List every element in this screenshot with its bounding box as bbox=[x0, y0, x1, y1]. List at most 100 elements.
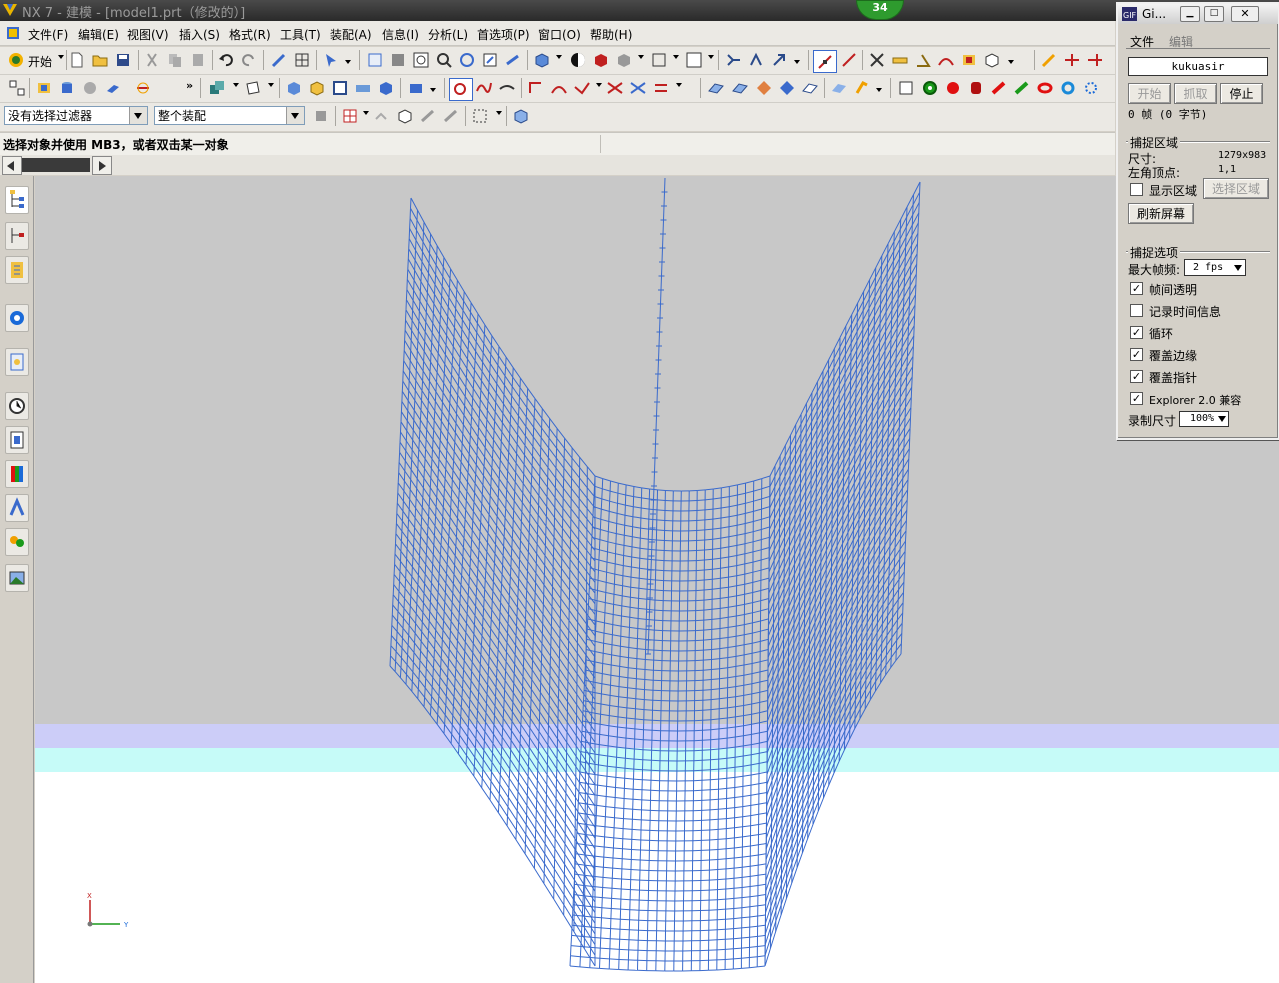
resource-process-studio[interactable] bbox=[5, 460, 29, 488]
component-select-icon[interactable] bbox=[512, 107, 530, 125]
menu-edit[interactable]: 编辑(E) bbox=[78, 26, 119, 43]
menu-preferences[interactable]: 首选项(P) bbox=[477, 26, 530, 43]
resource-roles[interactable] bbox=[5, 494, 29, 522]
resource-system-materials[interactable] bbox=[5, 426, 29, 454]
menu-help[interactable]: 帮助(H) bbox=[590, 26, 632, 43]
point-icon[interactable] bbox=[897, 79, 915, 97]
dropdown-icon[interactable] bbox=[596, 83, 602, 87]
dropdown-icon[interactable] bbox=[794, 60, 800, 64]
cut-icon[interactable] bbox=[143, 51, 161, 69]
perspective-icon[interactable] bbox=[504, 51, 522, 69]
datum-plane-icon[interactable] bbox=[244, 79, 262, 97]
measure-length-icon[interactable] bbox=[891, 51, 909, 69]
hidden-edges-icon[interactable] bbox=[615, 51, 633, 69]
extend-icon[interactable] bbox=[1086, 51, 1104, 69]
dropdown-icon[interactable] bbox=[708, 55, 714, 59]
assembly-scope-select[interactable]: 整个装配 bbox=[154, 106, 305, 125]
selection-filter-select[interactable]: 没有选择过滤器 bbox=[4, 106, 148, 125]
toolbar-overflow-icon[interactable]: » bbox=[186, 79, 193, 92]
layout-icon[interactable] bbox=[293, 51, 311, 69]
join-curve-icon[interactable] bbox=[573, 79, 591, 97]
swept-icon[interactable] bbox=[778, 79, 796, 97]
part-navigator-icon[interactable] bbox=[8, 79, 26, 97]
studio-surface-icon[interactable] bbox=[755, 79, 773, 97]
resource-part-navigator[interactable] bbox=[5, 256, 29, 284]
dropdown-icon[interactable] bbox=[676, 83, 682, 87]
menu-analysis[interactable]: 分析(L) bbox=[428, 26, 468, 43]
view-orient-icon[interactable] bbox=[650, 51, 668, 69]
resource-image-library[interactable] bbox=[5, 564, 29, 592]
wcs-origin-icon[interactable] bbox=[747, 51, 765, 69]
pattern-icon[interactable] bbox=[377, 79, 395, 97]
dropdown-icon[interactable] bbox=[345, 60, 351, 64]
sketch-icon[interactable] bbox=[270, 51, 288, 69]
color-brush-icon[interactable] bbox=[990, 79, 1008, 97]
menu-format[interactable]: 格式(R) bbox=[229, 26, 271, 43]
select-feature-icon[interactable] bbox=[312, 107, 330, 125]
upstream-icon[interactable] bbox=[372, 107, 390, 125]
project-curve-icon[interactable] bbox=[606, 79, 624, 97]
color-gear-icon[interactable] bbox=[1082, 79, 1100, 97]
color-darkred-icon[interactable] bbox=[967, 79, 985, 97]
curvature-icon[interactable] bbox=[937, 51, 955, 69]
rectangle-select-icon[interactable] bbox=[471, 107, 489, 125]
dropdown-icon[interactable] bbox=[1008, 60, 1014, 64]
rotate-icon[interactable] bbox=[458, 51, 476, 69]
dropdown-icon[interactable] bbox=[363, 111, 369, 115]
resource-system-scenes[interactable] bbox=[5, 528, 29, 556]
background-icon[interactable] bbox=[685, 51, 703, 69]
curve-icon[interactable] bbox=[498, 79, 516, 97]
section-icon[interactable] bbox=[960, 51, 978, 69]
revolve-icon[interactable] bbox=[134, 79, 152, 97]
sphere-icon[interactable] bbox=[81, 79, 99, 97]
pencil-icon[interactable] bbox=[1040, 51, 1058, 69]
sew-icon[interactable] bbox=[853, 79, 871, 97]
scroll-right-button[interactable] bbox=[92, 156, 112, 175]
bridge-curve-icon[interactable] bbox=[550, 79, 568, 97]
dropdown-icon[interactable] bbox=[268, 83, 274, 87]
edge-select-icon[interactable] bbox=[442, 107, 460, 125]
notification-badge[interactable]: 34 bbox=[856, 0, 904, 20]
redo-icon[interactable] bbox=[240, 51, 258, 69]
edge-style-icon[interactable] bbox=[592, 51, 610, 69]
spline-icon[interactable] bbox=[475, 79, 493, 97]
trim-sheet-icon[interactable] bbox=[830, 79, 848, 97]
render-style-icon[interactable] bbox=[569, 51, 587, 69]
face-select-icon[interactable] bbox=[419, 107, 437, 125]
color-red-icon[interactable] bbox=[944, 79, 962, 97]
mirror-icon[interactable] bbox=[407, 79, 425, 97]
scroll-left-button[interactable] bbox=[2, 156, 22, 175]
undo-icon[interactable] bbox=[217, 51, 235, 69]
dropdown-icon[interactable] bbox=[430, 88, 436, 92]
scroll-thumb[interactable] bbox=[22, 158, 90, 172]
dropdown-icon[interactable] bbox=[638, 55, 644, 59]
measure-angle-icon[interactable] bbox=[914, 51, 932, 69]
intersect-curve-icon[interactable] bbox=[629, 79, 647, 97]
block-icon[interactable] bbox=[35, 79, 53, 97]
sketch-toggle[interactable] bbox=[449, 78, 473, 101]
new-file-icon[interactable] bbox=[68, 51, 86, 69]
mass-props-icon[interactable] bbox=[983, 51, 1001, 69]
dropdown-icon[interactable] bbox=[876, 88, 882, 92]
resource-constraint-navigator[interactable] bbox=[5, 222, 29, 250]
cylinder-icon[interactable] bbox=[58, 79, 76, 97]
shell-icon[interactable] bbox=[331, 79, 349, 97]
menu-window[interactable]: 窗口(O) bbox=[538, 26, 581, 43]
resource-help[interactable] bbox=[5, 348, 29, 376]
pan-icon[interactable] bbox=[481, 51, 499, 69]
zoom-icon[interactable] bbox=[435, 51, 453, 69]
shaded-view-icon[interactable] bbox=[533, 51, 551, 69]
dropdown-icon[interactable] bbox=[673, 55, 679, 59]
chamfer-icon[interactable] bbox=[308, 79, 326, 97]
offset-curve-icon[interactable] bbox=[527, 79, 545, 97]
zoom-window-icon[interactable] bbox=[412, 51, 430, 69]
save-icon[interactable] bbox=[114, 51, 132, 69]
snap-select-icon[interactable] bbox=[341, 107, 359, 125]
start-button[interactable]: 开始 bbox=[28, 53, 52, 70]
inference-icon[interactable] bbox=[840, 51, 858, 69]
resource-history[interactable] bbox=[5, 392, 29, 420]
hole-icon[interactable] bbox=[354, 79, 372, 97]
extrude-icon[interactable] bbox=[104, 79, 122, 97]
dropdown-icon[interactable] bbox=[496, 111, 502, 115]
app-menu-icon[interactable] bbox=[6, 26, 20, 40]
